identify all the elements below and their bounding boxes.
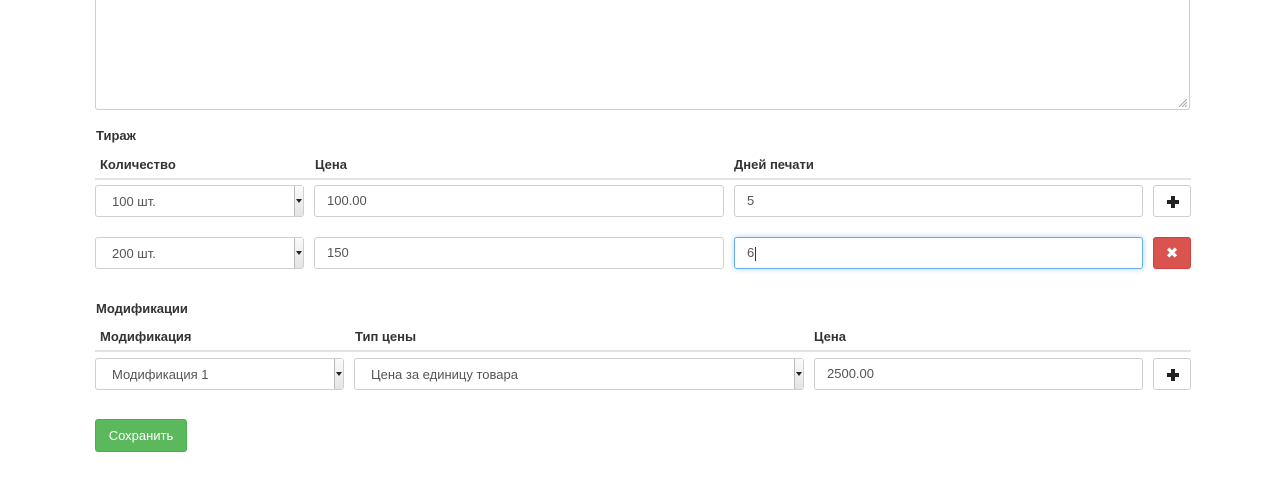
tirazh-title: Тираж <box>96 128 136 143</box>
price-type-select-value: Цена за единицу товара <box>371 367 518 382</box>
header-divider <box>95 178 1191 180</box>
price-type-header: Тип цены <box>355 329 417 344</box>
modification-select[interactable]: Модификация 1 <box>95 358 344 390</box>
quantity-header: Количество <box>100 157 176 172</box>
plus-icon <box>1167 369 1179 381</box>
description-textarea[interactable] <box>95 0 1190 110</box>
chevron-down-icon <box>294 186 303 216</box>
price-input[interactable]: 150 <box>314 237 724 269</box>
resize-grip-icon[interactable] <box>1178 98 1187 107</box>
chevron-down-icon <box>294 238 303 268</box>
chevron-down-icon <box>794 359 803 389</box>
add-modification-button[interactable] <box>1153 358 1191 390</box>
price-input[interactable]: 100.00 <box>314 185 724 217</box>
plus-icon <box>1167 196 1179 208</box>
header-divider <box>95 350 1191 352</box>
price-header: Цена <box>315 157 347 172</box>
quantity-select[interactable]: 100 шт. <box>95 185 304 217</box>
modification-select-value: Модификация 1 <box>112 367 209 382</box>
mod-price-header: Цена <box>814 329 846 344</box>
modifications-title: Модификации <box>96 301 188 316</box>
mod-price-input[interactable]: 2500.00 <box>814 358 1143 390</box>
print-days-header: Дней печати <box>734 157 814 172</box>
quantity-select-value: 100 шт. <box>112 194 156 209</box>
quantity-select[interactable]: 200 шт. <box>95 237 304 269</box>
modification-header: Модификация <box>100 329 192 344</box>
close-icon: ✖ <box>1165 244 1179 262</box>
print-days-input[interactable]: 6 <box>734 237 1143 269</box>
price-type-select[interactable]: Цена за единицу товара <box>354 358 804 390</box>
add-row-button[interactable] <box>1153 185 1191 217</box>
quantity-select-value: 200 шт. <box>112 246 156 261</box>
save-button[interactable]: Сохранить <box>95 419 187 452</box>
print-days-value: 6 <box>747 245 755 260</box>
remove-row-button[interactable]: ✖ <box>1153 237 1191 269</box>
print-days-input[interactable]: 5 <box>734 185 1143 217</box>
chevron-down-icon <box>334 359 343 389</box>
text-cursor <box>755 246 757 261</box>
